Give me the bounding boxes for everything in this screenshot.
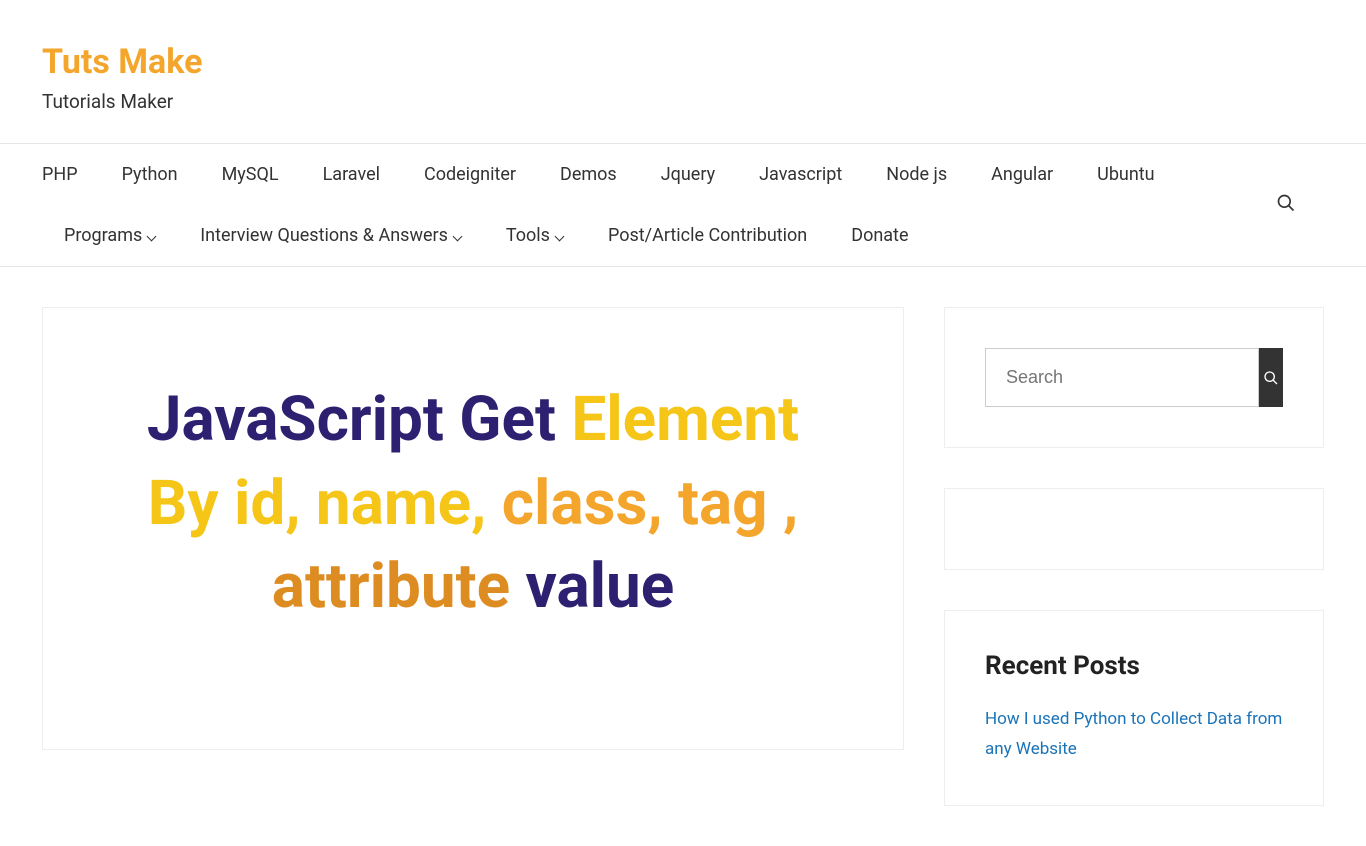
- article-card: JavaScript Get Element By id, name, clas…: [42, 307, 904, 750]
- nav-item-label: Laravel: [323, 164, 380, 185]
- chevron-down-icon: [452, 231, 462, 241]
- article-hero-title: JavaScript Get Element By id, name, clas…: [103, 378, 843, 629]
- nav-item-angular[interactable]: Angular: [969, 144, 1075, 205]
- sidebar-column: Recent Posts How I used Python to Collec…: [944, 307, 1324, 806]
- nav-item-label: MySQL: [222, 164, 279, 185]
- chevron-down-icon: [554, 231, 564, 241]
- nav-item-python[interactable]: Python: [100, 144, 200, 205]
- site-tagline: Tutorials Maker: [42, 90, 1324, 113]
- nav-item-donate[interactable]: Donate: [829, 205, 930, 266]
- nav-item-label: Codeigniter: [424, 164, 516, 185]
- search-icon: [1263, 370, 1279, 386]
- nav-item-label: Interview Questions & Answers: [200, 225, 448, 246]
- hero-text-segment: attribute: [272, 550, 526, 623]
- nav-item-post-article-contribution[interactable]: Post/Article Contribution: [586, 205, 829, 266]
- nav-item-label: Angular: [991, 164, 1053, 185]
- search-input[interactable]: [985, 348, 1259, 407]
- nav-item-ubuntu[interactable]: Ubuntu: [1075, 144, 1176, 205]
- nav-search-toggle[interactable]: [1276, 193, 1296, 217]
- nav-item-laravel[interactable]: Laravel: [301, 144, 402, 205]
- nav-item-codeigniter[interactable]: Codeigniter: [402, 144, 538, 205]
- main-column: JavaScript Get Element By id, name, clas…: [42, 307, 904, 750]
- nav-item-label: Ubuntu: [1097, 164, 1154, 185]
- widget-title: Recent Posts: [985, 651, 1283, 681]
- nav-item-programs[interactable]: Programs: [42, 205, 178, 266]
- nav-item-label: Programs: [64, 225, 142, 246]
- search-icon: [1276, 193, 1296, 213]
- site-title[interactable]: Tuts Make: [42, 42, 1324, 82]
- nav-item-tools[interactable]: Tools: [484, 205, 586, 266]
- nav-item-node-js[interactable]: Node js: [864, 144, 969, 205]
- nav-item-label: Post/Article Contribution: [608, 225, 807, 246]
- nav-item-jquery[interactable]: Jquery: [639, 144, 737, 205]
- hero-text-segment: By id, name,: [148, 467, 502, 540]
- hero-text-segment: value: [526, 550, 675, 623]
- nav-item-mysql[interactable]: MySQL: [200, 144, 301, 205]
- nav-item-php[interactable]: PHP: [42, 144, 100, 205]
- chevron-down-icon: [146, 231, 156, 241]
- nav-item-label: Node js: [886, 164, 947, 185]
- hero-text-segment: Element: [571, 383, 799, 456]
- nav-item-label: PHP: [42, 164, 78, 185]
- nav-item-label: Demos: [560, 164, 617, 185]
- nav-item-label: Tools: [506, 225, 550, 246]
- nav-item-label: Javascript: [759, 164, 842, 185]
- hero-text-segment: JavaScript Get: [147, 383, 571, 456]
- site-header: Tuts Make Tutorials Maker: [0, 0, 1366, 143]
- nav-item-interview-questions-answers[interactable]: Interview Questions & Answers: [178, 205, 484, 266]
- nav-item-javascript[interactable]: Javascript: [737, 144, 864, 205]
- empty-widget: [944, 488, 1324, 570]
- search-button[interactable]: [1259, 348, 1283, 407]
- nav-item-label: Donate: [851, 225, 908, 246]
- content-area: JavaScript Get Element By id, name, clas…: [0, 267, 1366, 846]
- recent-post-link[interactable]: How I used Python to Collect Data from a…: [985, 705, 1283, 765]
- recent-posts-widget: Recent Posts How I used Python to Collec…: [944, 610, 1324, 806]
- primary-nav: PHP Python MySQL Laravel Codeigniter Demos Jqu…: [0, 143, 1366, 267]
- search-widget: [944, 307, 1324, 448]
- nav-item-demos[interactable]: Demos: [538, 144, 639, 205]
- nav-item-label: Python: [122, 164, 178, 185]
- nav-item-label: Jquery: [661, 164, 715, 185]
- hero-text-segment: class, tag ,: [502, 467, 799, 540]
